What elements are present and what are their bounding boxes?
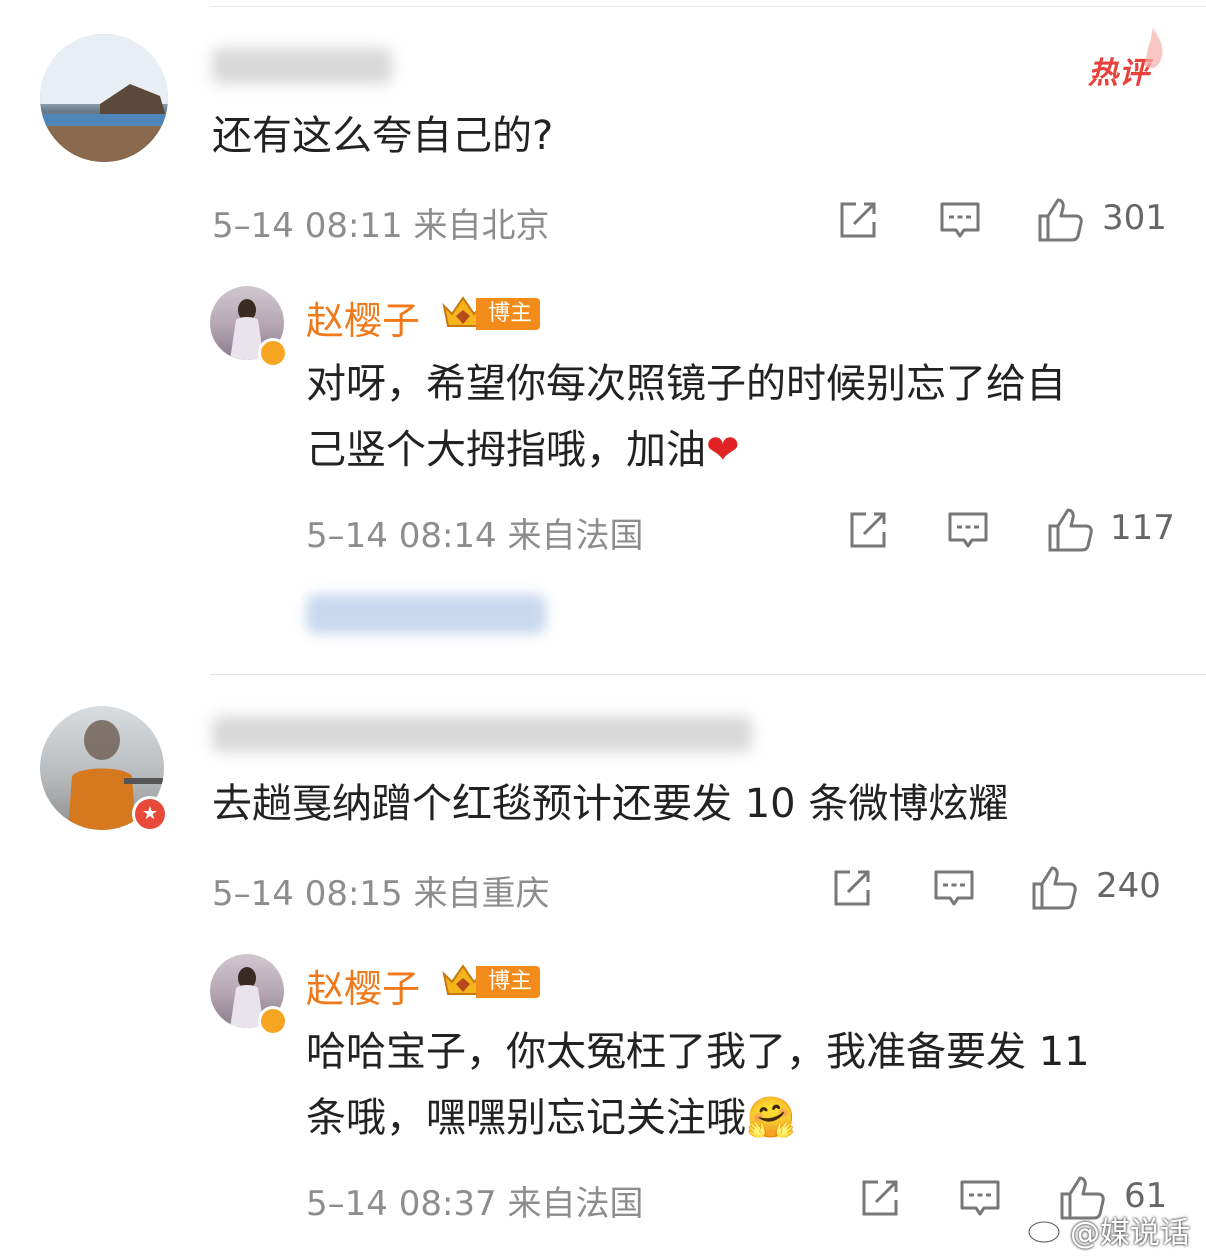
blogger-badge: 博主 — [440, 296, 552, 330]
avatar-photo — [40, 34, 168, 162]
comment-text: 去趟戛纳蹭个红毯预计还要发 10 条微博炫耀 — [212, 781, 1009, 827]
comment-meta: 5–14 08:11 来自北京 — [212, 206, 550, 246]
blogger-tag: 博主 — [476, 966, 541, 998]
commenter-avatar[interactable] — [40, 34, 168, 162]
blogger-tag: 博主 — [476, 298, 541, 330]
verified-badge — [258, 1006, 288, 1036]
like-count: 117 — [1110, 508, 1175, 548]
reply-meta: 5–14 08:37 来自法国 — [306, 1184, 644, 1224]
hot-flame-icon — [1144, 28, 1163, 69]
blogger-name[interactable]: 赵樱子 — [306, 958, 420, 1013]
heart-emoji-icon: ❤ — [706, 427, 740, 473]
member-star-badge: ★ — [132, 796, 168, 832]
blogger-name[interactable]: 赵樱子 — [306, 290, 420, 345]
like-count: 301 — [1102, 198, 1167, 238]
share-icon[interactable] — [836, 198, 880, 242]
like-count: 240 — [1096, 866, 1161, 906]
reply-icon[interactable] — [938, 198, 982, 242]
more-replies-link-blurred[interactable] — [306, 594, 546, 634]
like-icon[interactable] — [1046, 506, 1094, 554]
share-icon[interactable] — [846, 508, 890, 552]
blogger-badge: 博主 — [440, 964, 552, 998]
reply-text-line-1: 对呀，希望你每次照镜子的时候别忘了给自 — [306, 361, 1066, 407]
reply-icon[interactable] — [932, 866, 976, 910]
reply-meta: 5–14 08:14 来自法国 — [306, 516, 644, 556]
commenter-name-blurred[interactable] — [212, 716, 752, 752]
comment-meta: 5–14 08:15 来自重庆 — [212, 874, 550, 914]
comment-divider — [210, 674, 1206, 675]
reply-text-line-1: 哈哈宝子，你太冤枉了我了，我准备要发 11 — [306, 1029, 1090, 1075]
reply-icon[interactable] — [946, 508, 990, 552]
reply-icon[interactable] — [958, 1176, 1002, 1220]
weibo-logo-icon — [1027, 1216, 1064, 1244]
verified-badge — [258, 338, 288, 368]
reply-text-line-2: 己竖个大拇指哦，加油❤ — [306, 427, 740, 473]
share-icon[interactable] — [858, 1176, 902, 1220]
hug-emoji-icon: 🤗 — [746, 1095, 796, 1141]
like-icon[interactable] — [1030, 864, 1078, 912]
source-watermark: @媒说话 — [1070, 1216, 1190, 1251]
reply-text-line-2: 条哦，嘿嘿别忘记关注哦🤗 — [306, 1095, 796, 1141]
like-icon[interactable] — [1036, 196, 1084, 244]
commenter-name-blurred[interactable] — [212, 48, 392, 84]
share-icon[interactable] — [830, 866, 874, 910]
comment-text: 还有这么夸自己的? — [212, 113, 554, 159]
top-divider — [210, 6, 1206, 7]
